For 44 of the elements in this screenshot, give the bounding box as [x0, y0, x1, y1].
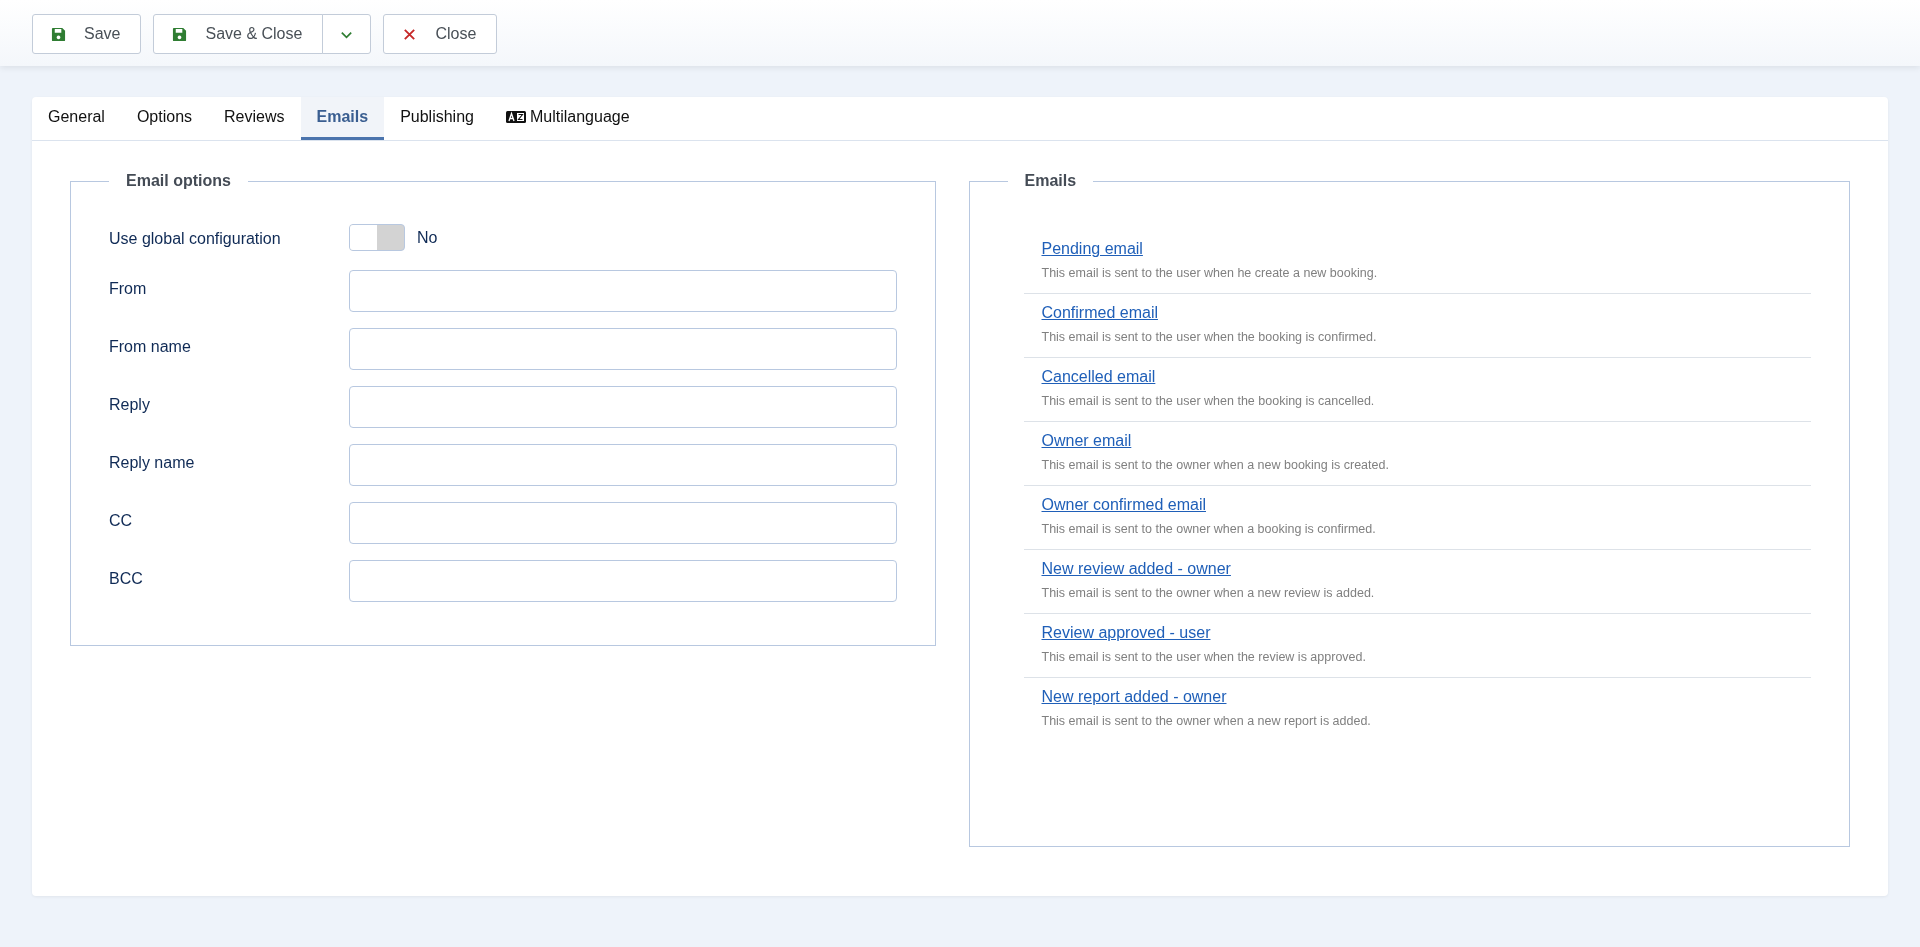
tab[interactable]: Reviews	[208, 97, 301, 140]
tab[interactable]: General	[32, 97, 121, 140]
close-button[interactable]: Close	[383, 14, 498, 54]
input-field[interactable]	[349, 502, 897, 544]
email-description: This email is sent to the owner when a booking is confirmed.	[1041, 522, 1377, 536]
input-field[interactable]	[349, 386, 897, 428]
dropdown-toggle[interactable]	[322, 14, 372, 54]
close-icon	[402, 26, 418, 42]
language-icon	[505, 111, 526, 123]
email-link[interactable]: Review approved - user	[1041, 624, 1211, 642]
email-link[interactable]: Cancelled email	[1041, 368, 1156, 386]
email-link[interactable]: New report added - owner	[1041, 688, 1227, 706]
input-field[interactable]	[349, 270, 897, 312]
field-label: CC	[109, 511, 134, 530]
input-field[interactable]	[349, 444, 897, 486]
email-description: This email is sent to the user when the review is approved.	[1041, 650, 1367, 664]
email-link[interactable]: Confirmed email	[1041, 304, 1158, 322]
save-button[interactable]: Save	[32, 14, 142, 54]
email-link[interactable]: Owner email	[1041, 432, 1132, 450]
tab[interactable]: Publishing	[384, 97, 490, 140]
toggle-switch[interactable]	[349, 224, 405, 251]
field-label: Reply name	[109, 453, 196, 472]
field-label: Reply	[109, 395, 151, 414]
toggle-value: No	[417, 228, 438, 247]
email-link[interactable]: New review added - owner	[1041, 560, 1231, 578]
input-field[interactable]	[349, 328, 897, 370]
email-description: This email is sent to the user when the booking is cancelled.	[1041, 394, 1376, 408]
email-link[interactable]: Owner confirmed email	[1041, 496, 1206, 514]
field-label: Use global configuration	[109, 229, 282, 248]
save-and-close-button[interactable]: Save & Close	[153, 14, 324, 54]
email-description: This email is sent to the owner when a new report is added.	[1041, 714, 1372, 728]
panel-legend: Email options	[109, 172, 248, 190]
input-field[interactable]	[349, 560, 897, 602]
email-description: This email is sent to the user when he create a new booking.	[1041, 266, 1379, 280]
email-description: This email is sent to the owner when a new booking is created.	[1041, 458, 1390, 472]
tab[interactable]: Multilanguage	[489, 97, 646, 140]
email-description: This email is sent to the user when the booking is confirmed.	[1041, 330, 1378, 344]
email-description: This email is sent to the owner when a new review is added.	[1041, 586, 1376, 600]
field-label: From	[109, 279, 148, 298]
tab[interactable]: Options	[120, 97, 209, 140]
field-label: BCC	[109, 569, 144, 588]
field-label: From name	[109, 337, 192, 356]
email-link[interactable]: Pending email	[1041, 240, 1143, 258]
tab[interactable]: Emails	[300, 97, 385, 140]
